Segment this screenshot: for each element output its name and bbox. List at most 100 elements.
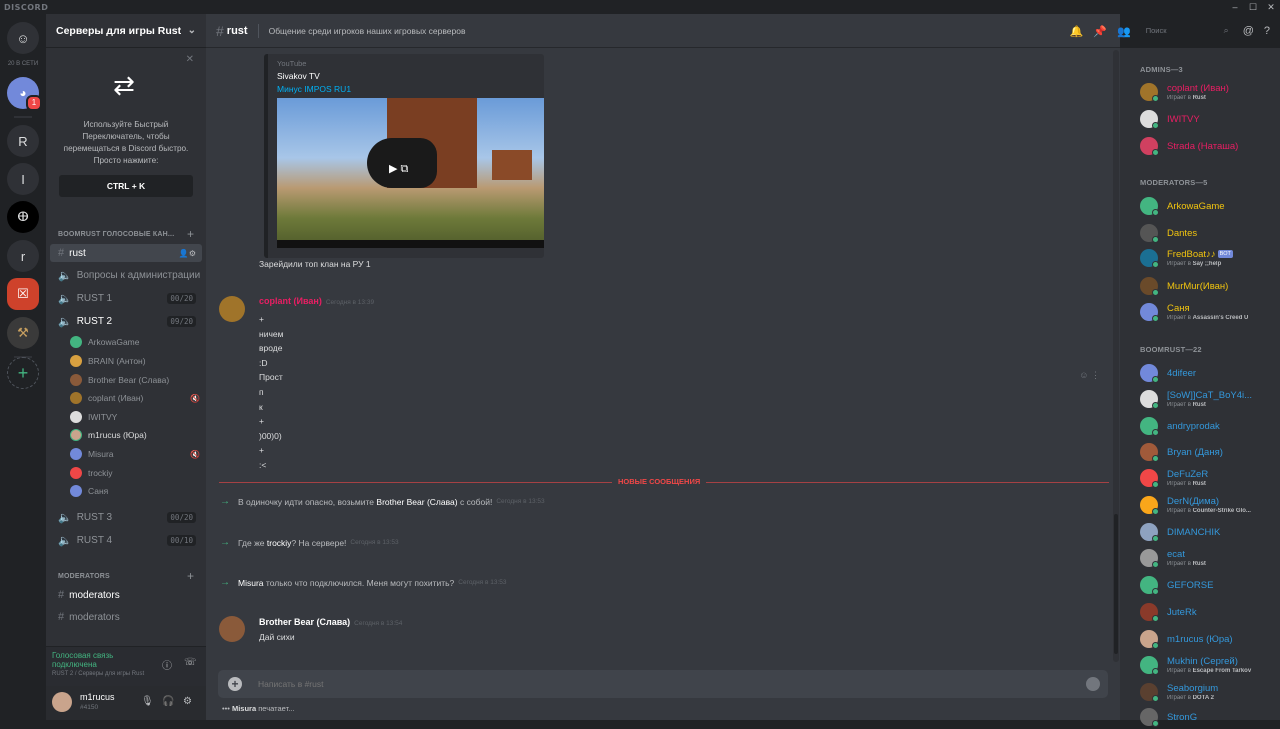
channel-rust-2[interactable]: 🔈 RUST 2 09/20: [50, 312, 202, 330]
member[interactable]: JuteRk: [1140, 600, 1278, 624]
guild-i[interactable]: I: [7, 163, 39, 195]
maximize-icon[interactable]: ☐: [1244, 0, 1262, 14]
timestamp: Сегодня в 13:54: [354, 620, 403, 627]
invite-settings-icon[interactable]: 👤⚙: [179, 249, 196, 258]
moderators-category[interactable]: MODERATORS: [58, 573, 110, 580]
member[interactable]: ecat Играет в Rust: [1140, 546, 1278, 570]
microphone-icon[interactable]: 🎙: [141, 696, 154, 707]
member[interactable]: Strada (Наташа): [1140, 134, 1278, 158]
bell-icon[interactable]: 🔔: [1070, 25, 1084, 38]
guild-rust-active[interactable]: ☒: [7, 278, 39, 310]
member[interactable]: MurMur(Иван): [1140, 274, 1278, 298]
video-thumbnail[interactable]: ▶ ⧉: [277, 98, 544, 248]
system-user[interactable]: trockiy: [267, 538, 292, 548]
avatar[interactable]: [52, 692, 72, 712]
message-author[interactable]: Brother Bear (Слава) Сегодня в 13:54: [259, 617, 402, 627]
activity-prefix: Играет в: [1167, 315, 1193, 321]
member[interactable]: DeFuZeR Играет в Rust: [1140, 466, 1278, 490]
online-count: 20 В СЕТИ: [7, 61, 39, 67]
add-channel-icon[interactable]: +: [187, 227, 194, 241]
member[interactable]: StronG: [1140, 705, 1278, 729]
friends-home-button[interactable]: ☺: [7, 22, 39, 54]
channel-rust-4[interactable]: 🔈 RUST 4 00/10: [50, 531, 202, 549]
pin-icon[interactable]: 📌: [1093, 25, 1107, 38]
system-user[interactable]: Misura: [238, 578, 264, 588]
member[interactable]: FredBoat♪♪ BOT Играет в Say ;;help: [1140, 246, 1278, 270]
author-name[interactable]: Brother Bear (Слава): [259, 617, 350, 627]
channel-label: RUST 2: [76, 315, 113, 327]
mention-icon[interactable]: @: [1243, 25, 1254, 37]
scrollbar-thumb[interactable]: [1114, 514, 1118, 654]
member[interactable]: GEFORSE: [1140, 573, 1278, 597]
member[interactable]: Dantes: [1140, 221, 1278, 245]
voice-user[interactable]: Саня: [70, 483, 200, 499]
message-author[interactable]: coplant (Иван) Сегодня в 13:39: [259, 296, 374, 306]
member[interactable]: Mukhin (Сергей) Играет в Escape From Tark…: [1140, 653, 1278, 677]
guild-r-upper[interactable]: R: [7, 125, 39, 157]
discord-dm-button[interactable]: ◕ 1: [7, 77, 42, 111]
disconnect-icon[interactable]: ☏: [184, 657, 197, 668]
add-reaction-icon[interactable]: ☺: [1079, 370, 1088, 380]
info-icon[interactable]: ⓘ: [162, 657, 172, 672]
member[interactable]: 4difeer: [1140, 361, 1278, 385]
settings-gear-icon[interactable]: ⚙: [183, 696, 192, 707]
member[interactable]: DIMANCHIK: [1140, 520, 1278, 544]
voice-user[interactable]: IWITVY: [70, 409, 200, 425]
voice-user[interactable]: ArkowaGame: [70, 334, 200, 350]
scrollbar[interactable]: [1113, 50, 1119, 662]
close-tip-icon[interactable]: ✕: [186, 54, 194, 65]
search-input[interactable]: Поиск ⌕: [1140, 23, 1233, 39]
member[interactable]: coplant (Иван) Играет в Rust: [1140, 80, 1278, 104]
channel-rust[interactable]: # rust 👤⚙: [50, 244, 202, 262]
member[interactable]: andryprodak: [1140, 414, 1278, 438]
member[interactable]: Bryan (Даня): [1140, 440, 1278, 464]
headphones-icon[interactable]: 🎧: [162, 696, 174, 707]
timestamp: Сегодня в 13:39: [325, 299, 375, 306]
guild-r-lower[interactable]: r: [7, 240, 39, 272]
voice-user[interactable]: BRAIN (Антон): [70, 353, 200, 369]
avatar: [70, 374, 82, 386]
channel-moderators-text[interactable]: # moderators: [50, 586, 202, 604]
member[interactable]: Саня Играет в Assassin's Creed U: [1140, 300, 1278, 324]
play-icon[interactable]: ▶ ⧉: [389, 162, 408, 176]
member[interactable]: [SoW]]CaT_BoY4i... Играет в Rust: [1140, 387, 1278, 411]
member[interactable]: ArkowaGame: [1140, 194, 1278, 218]
embed-author[interactable]: Sivakov TV: [277, 71, 320, 81]
system-message: → В одиночку идти опасно, возьмите Broth…: [220, 496, 545, 507]
message-actions[interactable]: ☺ ⋮: [1079, 370, 1100, 381]
member[interactable]: Seaborgium Играет в DOTA 2: [1140, 680, 1278, 704]
voice-user[interactable]: m1rucus (Юра): [70, 427, 200, 443]
members-icon[interactable]: 👥: [1117, 25, 1131, 38]
guild-logo[interactable]: ⴲ: [7, 201, 39, 233]
add-server-button[interactable]: +: [7, 357, 39, 389]
avatar[interactable]: [219, 616, 245, 642]
more-options-icon[interactable]: ⋮: [1091, 370, 1100, 380]
voice-category[interactable]: BOOMRUST ГОЛОСОВЫЕ КАН...: [58, 231, 174, 238]
server-header[interactable]: Серверы для игры Rust ⌄: [46, 14, 206, 48]
channel-admin-questions[interactable]: 🔈 Вопросы к администрации: [50, 266, 202, 284]
upload-plus-icon[interactable]: +: [228, 677, 242, 691]
shortcut-button[interactable]: CTRL + K: [59, 175, 193, 197]
channel-rust-3[interactable]: 🔈 RUST 3 00/20: [50, 508, 202, 526]
embed-title-link[interactable]: Минус IMPOS RU1: [277, 84, 351, 94]
add-channel-icon[interactable]: +: [187, 569, 194, 583]
member[interactable]: DerN(Дима) Играет в Counter-Strike Glo...: [1140, 493, 1278, 517]
server-name: Серверы для игры Rust: [56, 24, 182, 37]
voice-user[interactable]: Brother Bear (Слава): [70, 372, 200, 388]
member[interactable]: IWITVY: [1140, 107, 1278, 131]
voice-user[interactable]: Misura 🔇: [70, 446, 200, 462]
author-name[interactable]: coplant (Иван): [259, 296, 322, 306]
system-user[interactable]: Brother Bear (Слава): [376, 497, 457, 507]
minimize-icon[interactable]: –: [1226, 0, 1244, 14]
voice-user[interactable]: coplant (Иван) 🔇: [70, 390, 200, 406]
guild-tool[interactable]: ⚒: [7, 317, 39, 349]
help-icon[interactable]: ?: [1264, 25, 1270, 37]
member[interactable]: m1rucus (Юра): [1140, 627, 1278, 651]
channel-rust-1[interactable]: 🔈 RUST 1 00/20: [50, 289, 202, 307]
channel-moderators-voice[interactable]: # moderators: [50, 608, 202, 626]
voice-user[interactable]: trockiy: [70, 465, 200, 481]
avatar[interactable]: [219, 296, 245, 322]
close-icon[interactable]: ✕: [1262, 0, 1280, 14]
emoji-icon[interactable]: [1086, 677, 1100, 691]
message-input[interactable]: [258, 679, 958, 689]
